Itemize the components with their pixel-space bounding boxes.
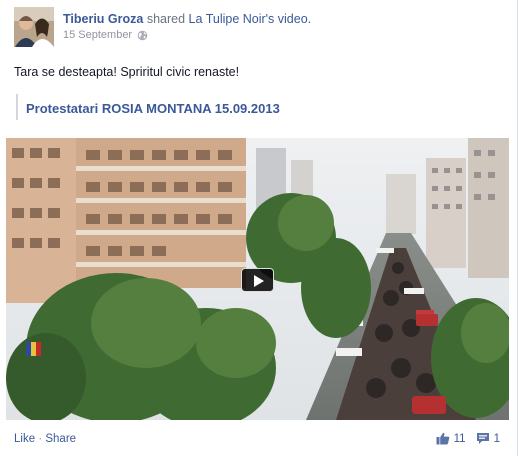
share-link[interactable]: Share — [45, 433, 76, 445]
action-separator: · — [38, 433, 43, 445]
author-avatar[interactable] — [14, 7, 54, 47]
video-title-link[interactable]: Protestatari ROSIA MONTANA 15.09.2013 — [26, 101, 280, 116]
story-footer: Like · Share 11 1 — [0, 428, 518, 450]
comment-count[interactable]: 1 — [494, 433, 500, 445]
story-meta: 15 September — [63, 29, 148, 41]
like-link[interactable]: Like — [14, 433, 35, 445]
comment-icon[interactable] — [476, 432, 490, 445]
video-player[interactable] — [6, 138, 509, 420]
author-name[interactable]: Tiberiu Groza — [63, 12, 143, 26]
story-verb: shared — [146, 12, 186, 26]
play-icon[interactable] — [241, 268, 274, 292]
post-message: Tara se desteapta! Spriritul civic renas… — [14, 65, 240, 79]
feed-story: Tiberiu Groza shared La Tulipe Noir's vi… — [0, 0, 518, 456]
shared-from-link[interactable]: La Tulipe Noir's video. — [189, 12, 312, 26]
thumbs-up-icon[interactable] — [436, 432, 450, 445]
story-actions: Like · Share — [14, 433, 76, 445]
post-timestamp[interactable]: 15 September — [63, 29, 132, 41]
shared-attachment-bar — [16, 94, 18, 120]
globe-icon[interactable] — [137, 30, 148, 41]
story-header: Tiberiu Groza shared La Tulipe Noir's vi… — [63, 11, 507, 27]
like-count[interactable]: 11 — [454, 433, 466, 445]
story-counts: 11 1 — [436, 432, 500, 445]
